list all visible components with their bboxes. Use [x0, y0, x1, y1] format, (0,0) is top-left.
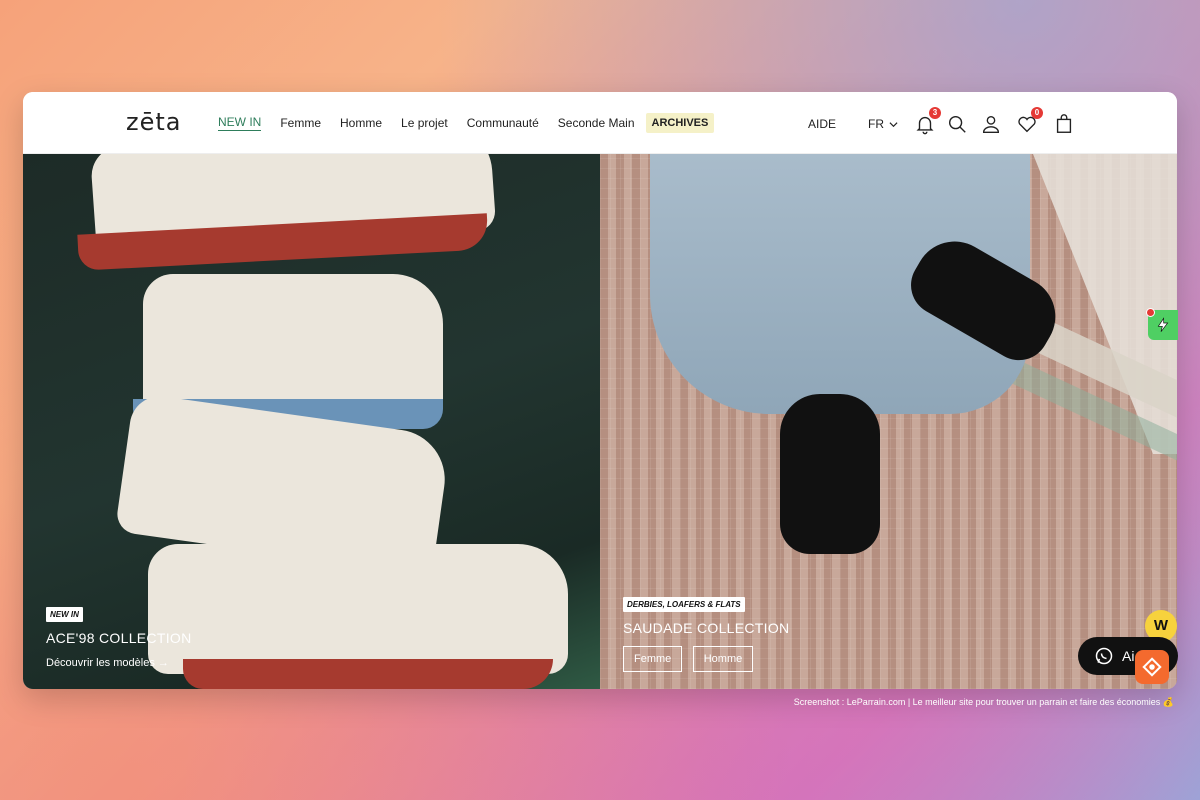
- chat-widget-button[interactable]: [1135, 650, 1169, 684]
- screenshot-credit: Screenshot : LeParrain.com | Le meilleur…: [793, 697, 1174, 707]
- site-header: zēta NEW IN Femme Homme Le projet Commun…: [23, 92, 1177, 154]
- notifications-button[interactable]: 3: [914, 107, 941, 135]
- nav-communaute[interactable]: Communauté: [467, 116, 539, 130]
- nav-archives[interactable]: ARCHIVES: [645, 113, 715, 133]
- whatsapp-icon: [1095, 647, 1113, 665]
- help-link[interactable]: AIDE: [808, 117, 836, 131]
- sneaker-sole: [183, 659, 553, 689]
- hero-banner: NEW IN ACE'98 COLLECTION Découvrir les m…: [23, 154, 1177, 689]
- right-caption: DERBIES, LOAFERS & FLATS SAUDADE COLLECT…: [623, 594, 789, 672]
- brand-logo[interactable]: zēta: [126, 108, 181, 136]
- account-button[interactable]: [980, 113, 1002, 135]
- homme-button[interactable]: Homme: [692, 646, 754, 672]
- nav-new-in[interactable]: NEW IN: [218, 115, 262, 131]
- discover-models-link[interactable]: Découvrir les modèles →: [46, 657, 191, 669]
- shopping-bag-icon: [1056, 114, 1072, 133]
- cart-button[interactable]: [1053, 113, 1075, 135]
- loafer-image: [780, 394, 880, 554]
- collection-title: ACE'98 COLLECTION: [46, 630, 192, 646]
- nav-le-projet[interactable]: Le projet: [401, 116, 448, 130]
- wishlist-badge: 0: [1031, 107, 1043, 119]
- chat-widget-icon: [1142, 657, 1162, 677]
- user-icon: [982, 115, 1000, 133]
- nav-femme[interactable]: Femme: [280, 116, 321, 130]
- language-selector[interactable]: FR: [868, 117, 898, 131]
- notification-dot: [1146, 308, 1155, 317]
- left-caption: NEW IN ACE'98 COLLECTION Découvrir les m…: [46, 604, 191, 669]
- browser-window: zēta NEW IN Femme Homme Le projet Commun…: [23, 92, 1177, 689]
- notification-badge: 3: [929, 107, 941, 119]
- search-icon: [948, 115, 966, 133]
- ace98-collection-panel[interactable]: NEW IN ACE'98 COLLECTION Découvrir les m…: [23, 154, 600, 689]
- category-tag: DERBIES, LOAFERS & FLATS: [623, 597, 745, 612]
- femme-button[interactable]: Femme: [623, 646, 683, 672]
- whatsapp-label: Ai: [1122, 648, 1135, 664]
- language-label: FR: [868, 117, 884, 131]
- nav-homme[interactable]: Homme: [340, 116, 382, 130]
- chevron-down-icon: [889, 121, 898, 127]
- collection-title: SAUDADE COLLECTION: [623, 620, 790, 636]
- new-in-tag: NEW IN: [46, 607, 83, 622]
- lightning-icon: [1157, 317, 1169, 332]
- saudade-collection-panel[interactable]: DERBIES, LOAFERS & FLATS SAUDADE COLLECT…: [600, 154, 1177, 689]
- search-button[interactable]: [946, 113, 968, 135]
- nav-seconde-main[interactable]: Seconde Main: [558, 116, 635, 130]
- main-nav: NEW IN Femme Homme Le projet Communauté …: [218, 92, 733, 154]
- wishlist-button[interactable]: 0: [1016, 107, 1043, 135]
- sneaker-image: [148, 544, 568, 674]
